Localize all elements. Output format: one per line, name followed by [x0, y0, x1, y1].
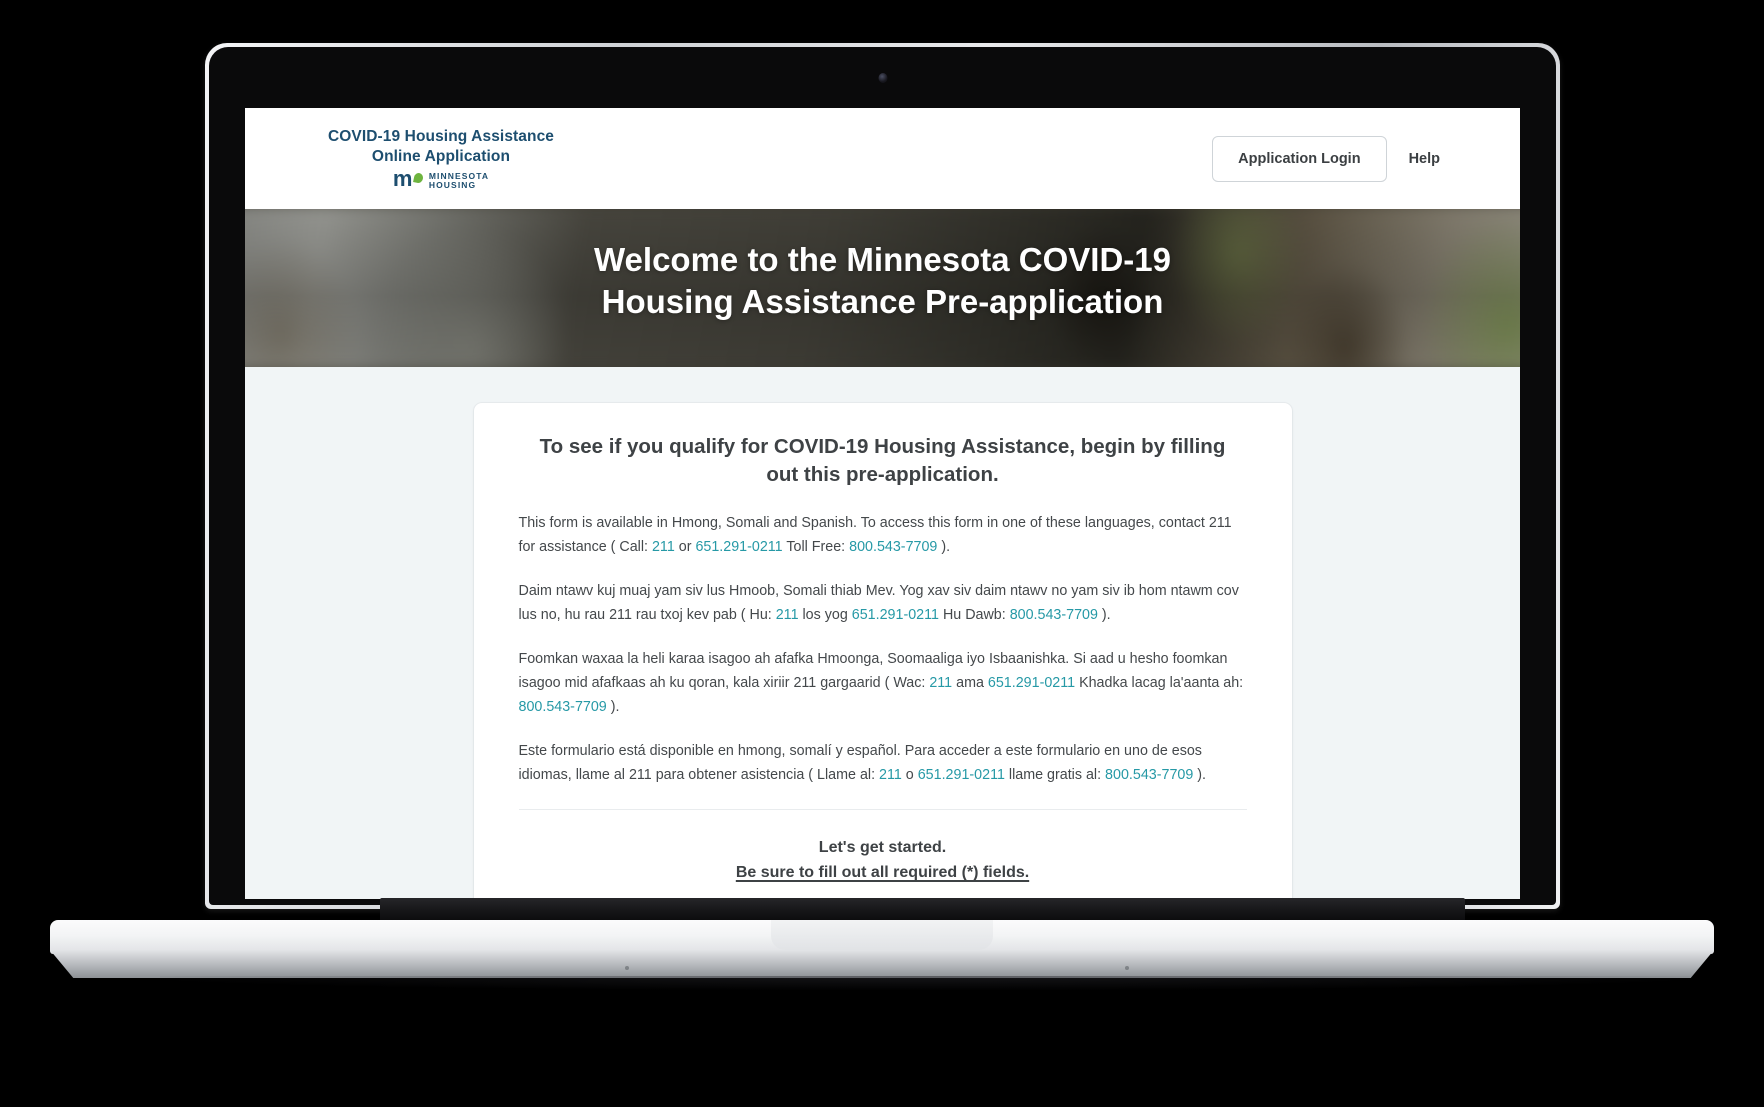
- phone-link[interactable]: 211: [776, 607, 799, 623]
- laptop-drop-shadow: [160, 976, 1690, 990]
- paragraph-text: o: [901, 767, 918, 783]
- card-heading: To see if you qualify for COVID-19 Housi…: [519, 433, 1247, 511]
- web-page: COVID-19 Housing Assistance Online Appli…: [245, 108, 1520, 899]
- language-instructions: This form is available in Hmong, Somali …: [519, 511, 1247, 787]
- mn-monogram-icon: m: [393, 168, 424, 190]
- paragraph-text: or: [674, 539, 696, 555]
- laptop-hinge: [380, 898, 1465, 922]
- hero-title-line-1: Welcome to the Minnesota COVID-19: [594, 241, 1171, 278]
- phone-link[interactable]: 651.291-0211: [852, 607, 939, 623]
- hero-title: Welcome to the Minnesota COVID-19 Housin…: [245, 209, 1520, 323]
- phone-link[interactable]: 651.291-0211: [695, 539, 782, 555]
- pre-application-card: To see if you qualify for COVID-19 Housi…: [473, 403, 1292, 899]
- mn-logo-icon: m MINNESOTA HOUSING: [325, 168, 557, 191]
- laptop-base-foot-left: [625, 966, 629, 970]
- header-actions: Application Login Help: [1212, 135, 1440, 182]
- laptop-mockup: COVID-19 Housing Assistance Online Appli…: [0, 0, 1764, 1107]
- paragraph-text: ).: [606, 699, 620, 715]
- card-heading-line-1: To see if you qualify for COVID-19 Housi…: [539, 435, 1226, 458]
- application-login-button[interactable]: Application Login: [1212, 135, 1387, 182]
- paragraph-text: los yog: [798, 607, 852, 623]
- laptop-base: [40, 898, 1724, 990]
- laptop-base-notch: [771, 920, 993, 950]
- phone-link[interactable]: 651.291-0211: [918, 767, 1005, 783]
- get-started-line-1: Let's get started.: [818, 839, 947, 856]
- phone-link[interactable]: 800.543-7709: [1105, 767, 1193, 783]
- agency-wordmark-line-2: HOUSING: [428, 180, 477, 190]
- language-paragraph-english: This form is available in Hmong, Somali …: [519, 511, 1247, 559]
- phone-link[interactable]: 800.543-7709: [849, 539, 937, 555]
- language-paragraph-somali: Foomkan waxaa la heli karaa isagoo ah af…: [519, 647, 1247, 719]
- language-paragraph-spanish: Este formulario está disponible en hmong…: [519, 739, 1247, 787]
- paragraph-text: ).: [937, 539, 951, 555]
- brand-title-line-1: COVID-19 Housing Assistance: [327, 127, 555, 145]
- phone-link[interactable]: 800.543-7709: [519, 699, 607, 715]
- brand-logo[interactable]: COVID-19 Housing Assistance Online Appli…: [325, 127, 557, 191]
- paragraph-text: Khadka lacag la'aanta ah:: [1075, 675, 1244, 691]
- screen-viewport: COVID-19 Housing Assistance Online Appli…: [245, 108, 1520, 899]
- phone-link[interactable]: 651.291-0211: [988, 675, 1075, 691]
- paragraph-text: ).: [1193, 767, 1207, 783]
- card-heading-line-2: out this pre-application.: [766, 463, 999, 486]
- phone-link[interactable]: 211: [929, 675, 952, 691]
- site-header: COVID-19 Housing Assistance Online Appli…: [245, 108, 1520, 209]
- mn-leaf-icon: [412, 172, 424, 184]
- paragraph-text: Toll Free:: [782, 539, 850, 555]
- required-fields-notice: Be sure to fill out all required (*) fie…: [735, 864, 1030, 881]
- agency-wordmark: MINNESOTA HOUSING: [428, 171, 489, 191]
- paragraph-text: ama: [952, 675, 988, 691]
- get-started-block: Let's get started. Be sure to fill out a…: [519, 836, 1247, 886]
- language-paragraph-hmong: Daim ntawv kuj muaj yam siv lus Hmoob, S…: [519, 579, 1247, 627]
- phone-link[interactable]: 211: [652, 539, 675, 555]
- brand-title-line-2: Online Application: [371, 147, 511, 165]
- card-divider: [518, 809, 1247, 810]
- hero-banner: Welcome to the Minnesota COVID-19 Housin…: [245, 209, 1520, 367]
- phone-link[interactable]: 800.543-7709: [1010, 607, 1098, 623]
- paragraph-text: Hu Dawb:: [938, 607, 1010, 623]
- mn-monogram-letters: m: [392, 166, 413, 191]
- phone-link[interactable]: 211: [879, 767, 902, 783]
- help-link[interactable]: Help: [1409, 151, 1440, 167]
- laptop-base-front: [50, 950, 1714, 978]
- main-content: To see if you qualify for COVID-19 Housi…: [245, 367, 1520, 899]
- paragraph-text: llame gratis al:: [1004, 767, 1106, 783]
- paragraph-text: ).: [1097, 607, 1111, 623]
- laptop-base-foot-right: [1125, 966, 1129, 970]
- hero-title-line-2: Housing Assistance Pre-application: [601, 283, 1164, 320]
- webcam-dot-icon: [878, 73, 887, 83]
